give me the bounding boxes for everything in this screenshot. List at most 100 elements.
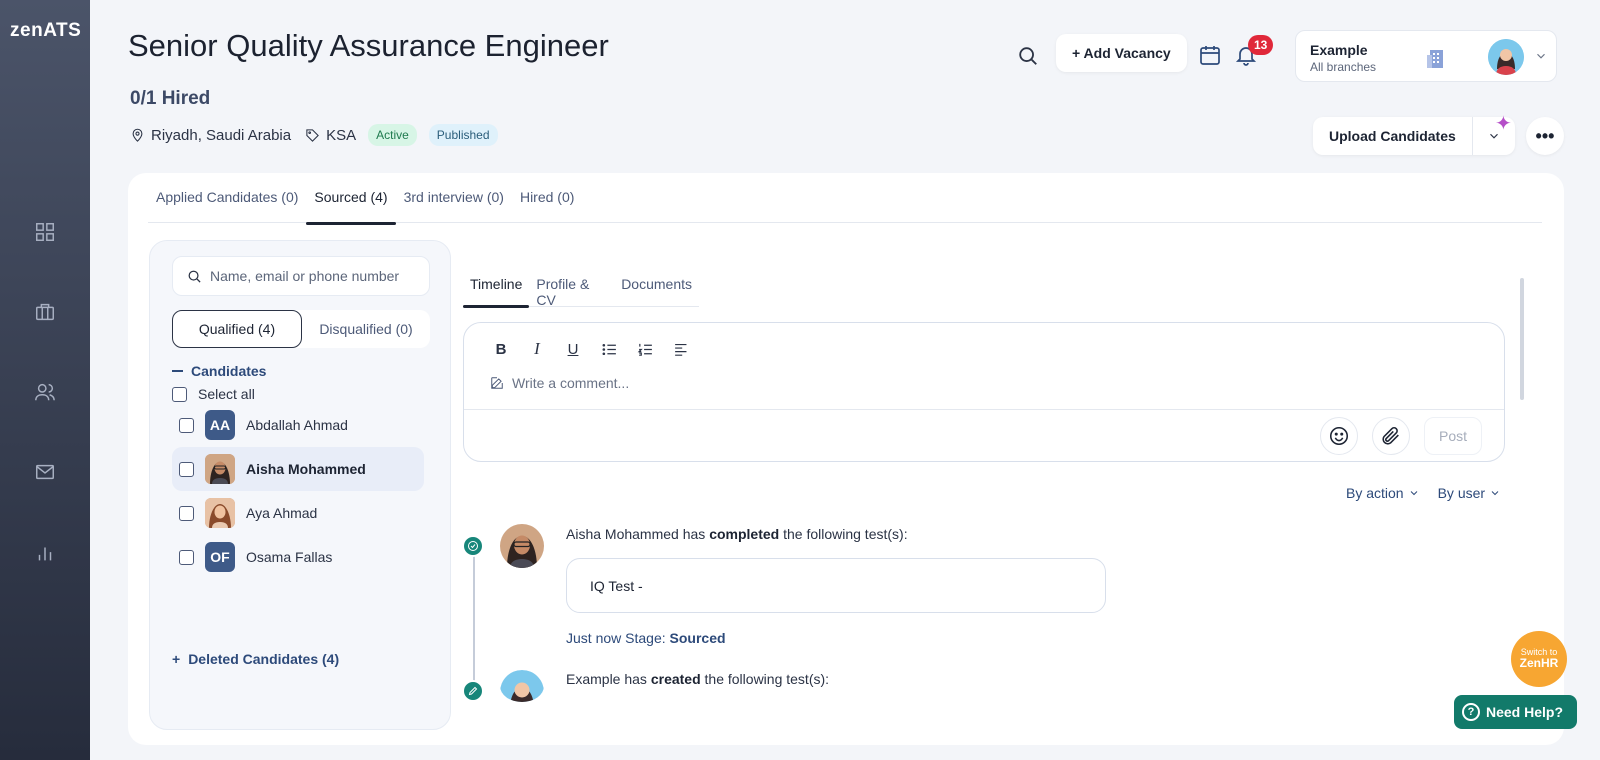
candidate-name: Osama Fallas xyxy=(246,549,333,565)
ai-sparkle-icon[interactable]: ✦ xyxy=(1495,111,1512,136)
mail-icon[interactable] xyxy=(33,460,57,484)
disqualified-tab[interactable]: Disqualified (0) xyxy=(302,310,430,348)
tab-3rd-interview[interactable]: 3rd interview (0) xyxy=(396,173,512,223)
emoji-icon[interactable] xyxy=(1320,417,1358,455)
company-name: Example xyxy=(1310,42,1368,58)
candidate-row[interactable]: AA Abdallah Ahmad xyxy=(172,403,424,447)
calendar-icon[interactable] xyxy=(1198,43,1222,72)
candidate-initials-avatar: OF xyxy=(205,542,235,572)
underline-button[interactable]: U xyxy=(564,340,582,358)
users-icon[interactable] xyxy=(33,380,57,404)
select-all[interactable]: Select all xyxy=(172,386,255,402)
candidate-row[interactable]: OF Osama Fallas xyxy=(172,535,424,579)
candidate-initials-avatar: AA xyxy=(205,410,235,440)
comment-input[interactable]: Write a comment... xyxy=(490,375,629,391)
tag-icon xyxy=(306,128,319,142)
candidate-search[interactable] xyxy=(172,256,430,296)
deleted-candidates-label: Deleted Candidates (4) xyxy=(188,651,340,667)
status-badge: Active xyxy=(368,124,417,146)
more-options-button[interactable]: ••• xyxy=(1526,117,1564,155)
numbered-list-icon[interactable] xyxy=(636,340,654,358)
pencil-icon xyxy=(462,680,484,702)
tag-text: KSA xyxy=(326,126,357,144)
deleted-candidates-toggle[interactable]: + Deleted Candidates (4) xyxy=(172,651,339,667)
timeline-avatar xyxy=(500,524,544,568)
briefcase-icon[interactable] xyxy=(33,300,57,324)
candidate-row[interactable]: Aisha Mohammed xyxy=(172,447,424,491)
candidate-checkbox[interactable] xyxy=(179,417,194,433)
candidates-panel: Qualified (4) Disqualified (0) Candidate… xyxy=(149,240,451,730)
candidates-section-toggle[interactable]: Candidates xyxy=(172,363,266,379)
switch-to-zenhr-button[interactable]: Switch to ZenHR xyxy=(1511,631,1567,687)
location-text: Riyadh, Saudi Arabia xyxy=(151,126,292,144)
comment-divider xyxy=(464,409,1504,410)
search-icon xyxy=(188,270,201,283)
upload-candidates-group: Upload Candidates xyxy=(1313,117,1515,155)
timeline-line xyxy=(473,548,475,693)
qualification-toggle: Qualified (4) Disqualified (0) xyxy=(172,310,430,348)
tab-sourced[interactable]: Sourced (4) xyxy=(306,173,396,225)
main-card: Applied Candidates (0) Sourced (4) 3rd i… xyxy=(128,173,1564,745)
select-all-checkbox[interactable] xyxy=(172,386,187,402)
timeline-filters: By action By user xyxy=(1346,485,1501,501)
candidate-photo-avatar xyxy=(205,498,235,528)
location-pin-icon xyxy=(132,128,143,142)
align-left-icon[interactable] xyxy=(672,340,690,358)
hired-count: 0/1 Hired xyxy=(130,88,211,109)
bullet-list-icon[interactable] xyxy=(600,340,618,358)
candidates-section-label: Candidates xyxy=(191,363,267,379)
check-circle-icon xyxy=(462,535,484,557)
candidate-checkbox[interactable] xyxy=(179,549,194,565)
scrollbar[interactable] xyxy=(1520,278,1524,400)
candidate-name: Aisha Mohammed xyxy=(246,461,366,477)
zenats-logo[interactable]: zenATS xyxy=(10,20,81,42)
tab-hired[interactable]: Hired (0) xyxy=(512,173,582,223)
company-switcher[interactable]: Example All branches xyxy=(1295,30,1557,82)
search-icon[interactable] xyxy=(1017,45,1043,71)
timeline-entry-text: Example has created the following test(s… xyxy=(566,671,830,687)
help-icon: ? xyxy=(1462,703,1480,721)
bold-button[interactable]: B xyxy=(492,340,510,358)
filter-by-action[interactable]: By action xyxy=(1346,485,1420,501)
upload-candidates-button[interactable]: Upload Candidates xyxy=(1313,117,1473,155)
company-branch: All branches xyxy=(1310,60,1377,74)
italic-button[interactable]: I xyxy=(528,339,546,358)
dashboard-icon[interactable] xyxy=(33,220,57,244)
chevron-down-icon xyxy=(1410,491,1417,496)
chevron-down-icon[interactable] xyxy=(1534,49,1548,68)
comment-editor: B I U Write a comment... Post xyxy=(463,322,1505,462)
edit-icon xyxy=(491,377,503,389)
tab-documents[interactable]: Documents xyxy=(614,263,699,306)
notification-badge: 13 xyxy=(1248,35,1274,55)
analytics-icon[interactable] xyxy=(33,541,57,565)
building-icon xyxy=(1424,45,1450,71)
candidate-checkbox[interactable] xyxy=(179,505,194,521)
paperclip-icon[interactable] xyxy=(1372,417,1410,455)
vacancy-meta: Riyadh, Saudi Arabia KSA Active Publishe… xyxy=(130,124,498,146)
candidate-name: Aya Ahmad xyxy=(246,505,318,521)
qualified-tab[interactable]: Qualified (4) xyxy=(172,310,302,348)
post-button[interactable]: Post xyxy=(1424,417,1482,455)
need-help-button[interactable]: ? Need Help? xyxy=(1454,695,1578,729)
tab-profile-cv[interactable]: Profile & CV xyxy=(529,263,614,308)
test-card[interactable]: IQ Test - xyxy=(566,558,1106,613)
tab-timeline[interactable]: Timeline xyxy=(463,263,530,308)
select-all-label: Select all xyxy=(198,386,255,402)
timeline-stage: Just now Stage: Sourced xyxy=(566,630,726,646)
candidate-row[interactable]: Aya Ahmad xyxy=(172,491,424,535)
candidate-search-input[interactable] xyxy=(210,268,420,284)
filter-by-user[interactable]: By user xyxy=(1438,485,1501,501)
user-avatar[interactable] xyxy=(1488,39,1524,75)
chevron-down-icon xyxy=(1491,491,1499,496)
candidate-checkbox[interactable] xyxy=(179,461,194,477)
add-vacancy-button[interactable]: + Add Vacancy xyxy=(1056,34,1187,72)
published-badge: Published xyxy=(428,124,498,146)
candidate-detail-tabs: Timeline Profile & CV Documents xyxy=(463,263,699,308)
candidate-photo-avatar xyxy=(205,454,235,484)
sidebar: zenATS xyxy=(0,0,90,760)
formatting-toolbar: B I U xyxy=(492,339,690,358)
page-title: Senior Quality Assurance Engineer xyxy=(128,28,609,63)
comment-placeholder: Write a comment... xyxy=(512,375,630,391)
candidate-name: Abdallah Ahmad xyxy=(246,417,348,433)
tab-applied[interactable]: Applied Candidates (0) xyxy=(148,173,306,223)
